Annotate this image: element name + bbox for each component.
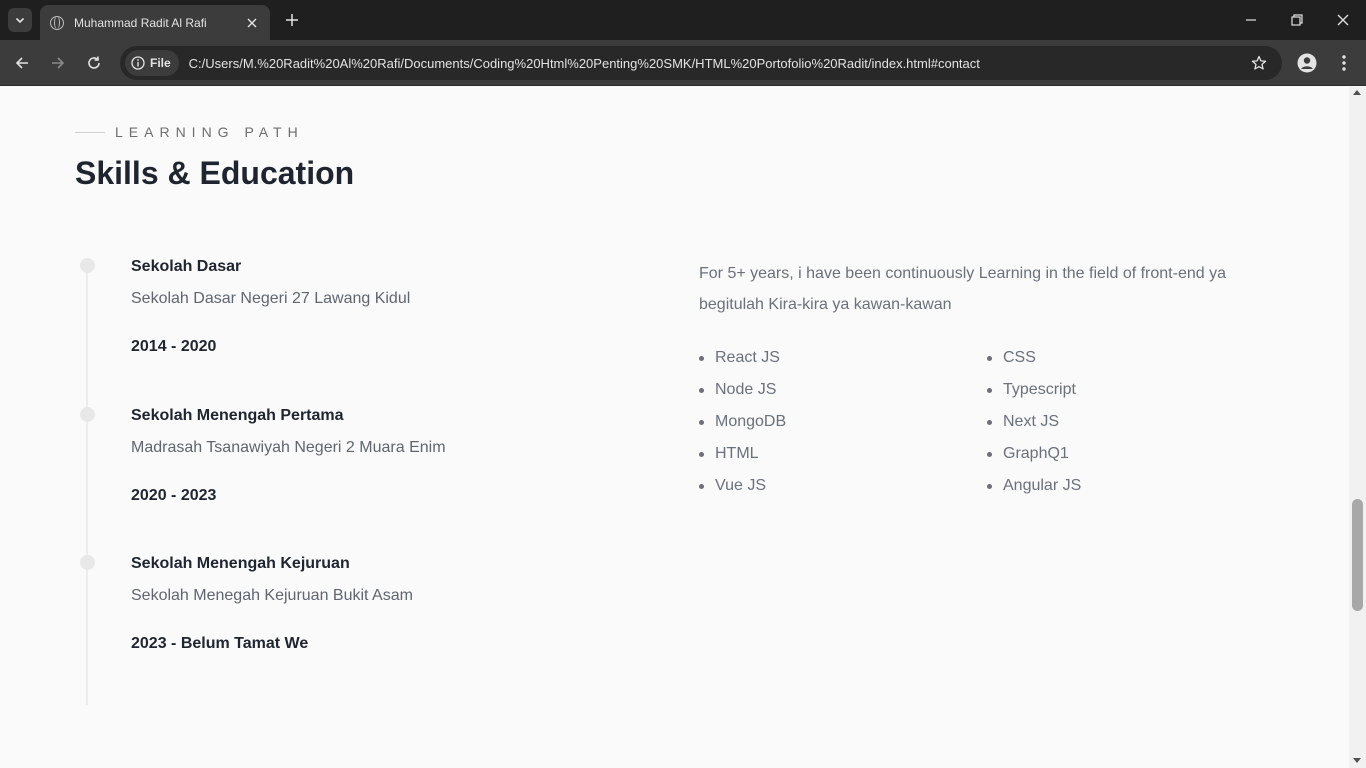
section-eyebrow: LEARNING PATH <box>75 124 304 140</box>
education-level: Sekolah Menengah Pertama <box>131 407 344 424</box>
education-years: 2014 - 2020 <box>131 338 217 355</box>
timeline-dot <box>80 407 95 422</box>
education-item-smk: Sekolah Menengah Kejuruan Sekolah Menega… <box>131 555 413 653</box>
bookmark-button[interactable] <box>1244 48 1274 78</box>
timeline-dot <box>80 555 95 570</box>
arrow-right-icon <box>52 57 65 69</box>
close-icon <box>247 18 257 27</box>
skill-item: Angular JS <box>987 475 1081 507</box>
plus-icon <box>286 14 298 26</box>
skills-description: For 5+ years, i have been continuously L… <box>699 265 1226 313</box>
skill-item: React JS <box>699 347 786 379</box>
scroll-up-arrow-icon[interactable] <box>1353 90 1361 95</box>
skill-item: Vue JS <box>699 475 786 507</box>
tab-search-button[interactable] <box>8 8 32 32</box>
skills-list-left: React JS Node JS MongoDB HTML Vue JS <box>699 347 786 507</box>
globe-icon <box>50 15 64 30</box>
timeline-dot <box>80 258 95 273</box>
education-years: 2020 - 2023 <box>131 487 217 504</box>
education-years: 2023 - Belum Tamat We <box>131 635 309 652</box>
close-icon <box>1337 14 1349 26</box>
skill-item: Next JS <box>987 411 1081 443</box>
browser-tab[interactable]: Muhammad Radit Al Rafi <box>40 5 270 40</box>
more-vert-icon <box>1342 55 1346 71</box>
skills-list-right: CSS Typescript Next JS GraphQ1 Angular J… <box>987 347 1081 507</box>
restore-icon <box>1291 14 1303 26</box>
tab-close-button[interactable] <box>244 15 260 31</box>
education-school-name: Madrasah Tsanawiyah Negeri 2 Muara Enim <box>131 439 446 456</box>
close-window-button[interactable] <box>1329 6 1357 34</box>
address-bar[interactable]: File C:/Users/M.%20Radit%20Al%20Rafi/Doc… <box>120 46 1282 80</box>
education-level: Sekolah Menengah Kejuruan <box>131 555 350 572</box>
scrollbar-thumb[interactable] <box>1352 499 1363 611</box>
star-icon <box>1251 55 1267 70</box>
eyebrow-text: LEARNING PATH <box>115 124 304 140</box>
section-title: Skills & Education <box>75 155 355 191</box>
skill-item: GraphQ1 <box>987 443 1081 475</box>
browser-tab-bar: Muhammad Radit Al Rafi <box>0 0 1366 40</box>
skill-item: Node JS <box>699 379 786 411</box>
education-level: Sekolah Dasar <box>131 258 242 275</box>
education-item-sd: Sekolah Dasar Sekolah Dasar Negeri 27 La… <box>131 258 410 356</box>
timeline-line <box>86 263 88 705</box>
vertical-scrollbar[interactable] <box>1349 87 1366 768</box>
skill-item: CSS <box>987 347 1081 379</box>
education-item-smp: Sekolah Menengah Pertama Madrasah Tsanaw… <box>131 407 446 505</box>
info-icon <box>131 56 145 70</box>
scroll-down-arrow-icon[interactable] <box>1353 758 1361 763</box>
minimize-icon <box>1246 19 1256 21</box>
file-label: File <box>150 56 171 70</box>
profile-button[interactable] <box>1295 51 1319 75</box>
browser-menu-button[interactable] <box>1332 51 1356 75</box>
account-icon <box>1297 53 1317 73</box>
minimize-button[interactable] <box>1237 6 1265 34</box>
skill-item: Typescript <box>987 379 1081 411</box>
new-tab-button[interactable] <box>281 9 303 31</box>
restore-button[interactable] <box>1283 6 1311 34</box>
education-school-name: Sekolah Menegah Kejuruan Bukit Asam <box>131 587 413 604</box>
skill-item: MongoDB <box>699 411 786 443</box>
reload-icon <box>88 56 100 69</box>
education-school-name: Sekolah Dasar Negeri 27 Lawang Kidul <box>131 290 411 307</box>
back-button[interactable] <box>9 50 35 76</box>
reload-button[interactable] <box>81 50 107 76</box>
browser-toolbar: File C:/Users/M.%20Radit%20Al%20Rafi/Doc… <box>0 40 1366 86</box>
arrow-left-icon <box>15 57 28 69</box>
page-viewport: LEARNING PATH Skills & Education Sekolah… <box>0 87 1349 768</box>
url-text[interactable]: C:/Users/M.%20Radit%20Al%20Rafi/Document… <box>189 56 1244 71</box>
forward-button[interactable] <box>45 50 71 76</box>
chevron-down-icon <box>15 17 25 24</box>
eyebrow-line <box>75 131 105 133</box>
site-info-chip[interactable]: File <box>125 50 179 76</box>
tab-title: Muhammad Radit Al Rafi <box>74 15 207 30</box>
skill-item: HTML <box>699 443 786 475</box>
